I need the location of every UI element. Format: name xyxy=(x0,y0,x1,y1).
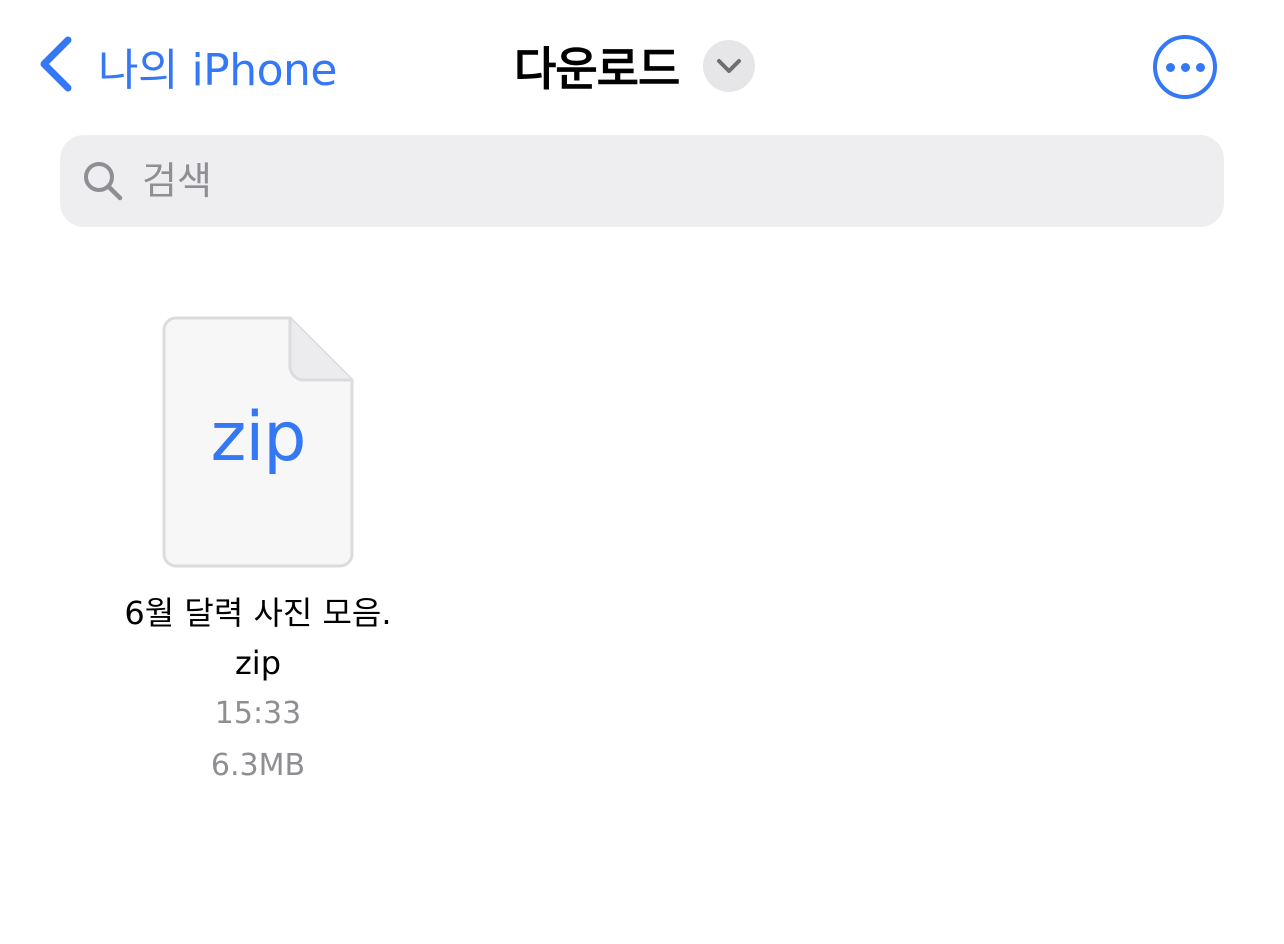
file-modified-time: 15:33 xyxy=(214,696,302,731)
chevron-down-icon xyxy=(717,59,742,73)
more-options-button[interactable] xyxy=(1153,35,1217,99)
folder-title[interactable]: 다운로드 xyxy=(514,34,756,98)
ellipsis-circle-icon xyxy=(1165,62,1175,72)
zip-document-icon: zip xyxy=(162,316,354,568)
title-menu-button[interactable] xyxy=(703,40,756,92)
file-item[interactable]: zip 6월 달력 사진 모음.zip 15:33 6.3MB xyxy=(118,316,398,792)
chevron-left-icon xyxy=(36,34,74,98)
search-input[interactable] xyxy=(142,159,1224,203)
files-app-screen: 나의 iPhone 다운로드 zip 6월 달력 사진 xyxy=(0,0,1284,944)
back-button[interactable]: 나의 iPhone xyxy=(36,32,337,100)
ellipsis-dot xyxy=(1180,62,1190,72)
search-icon xyxy=(84,162,123,201)
file-name: 6월 달력 사진 모음.zip xyxy=(124,594,392,682)
back-button-label: 나의 iPhone xyxy=(98,45,337,96)
page-title: 다운로드 xyxy=(514,42,680,96)
file-size: 6.3MB xyxy=(210,748,306,783)
search-bar[interactable] xyxy=(60,135,1224,227)
ellipsis-dot xyxy=(1195,62,1205,72)
file-extension-label: zip xyxy=(210,398,307,477)
